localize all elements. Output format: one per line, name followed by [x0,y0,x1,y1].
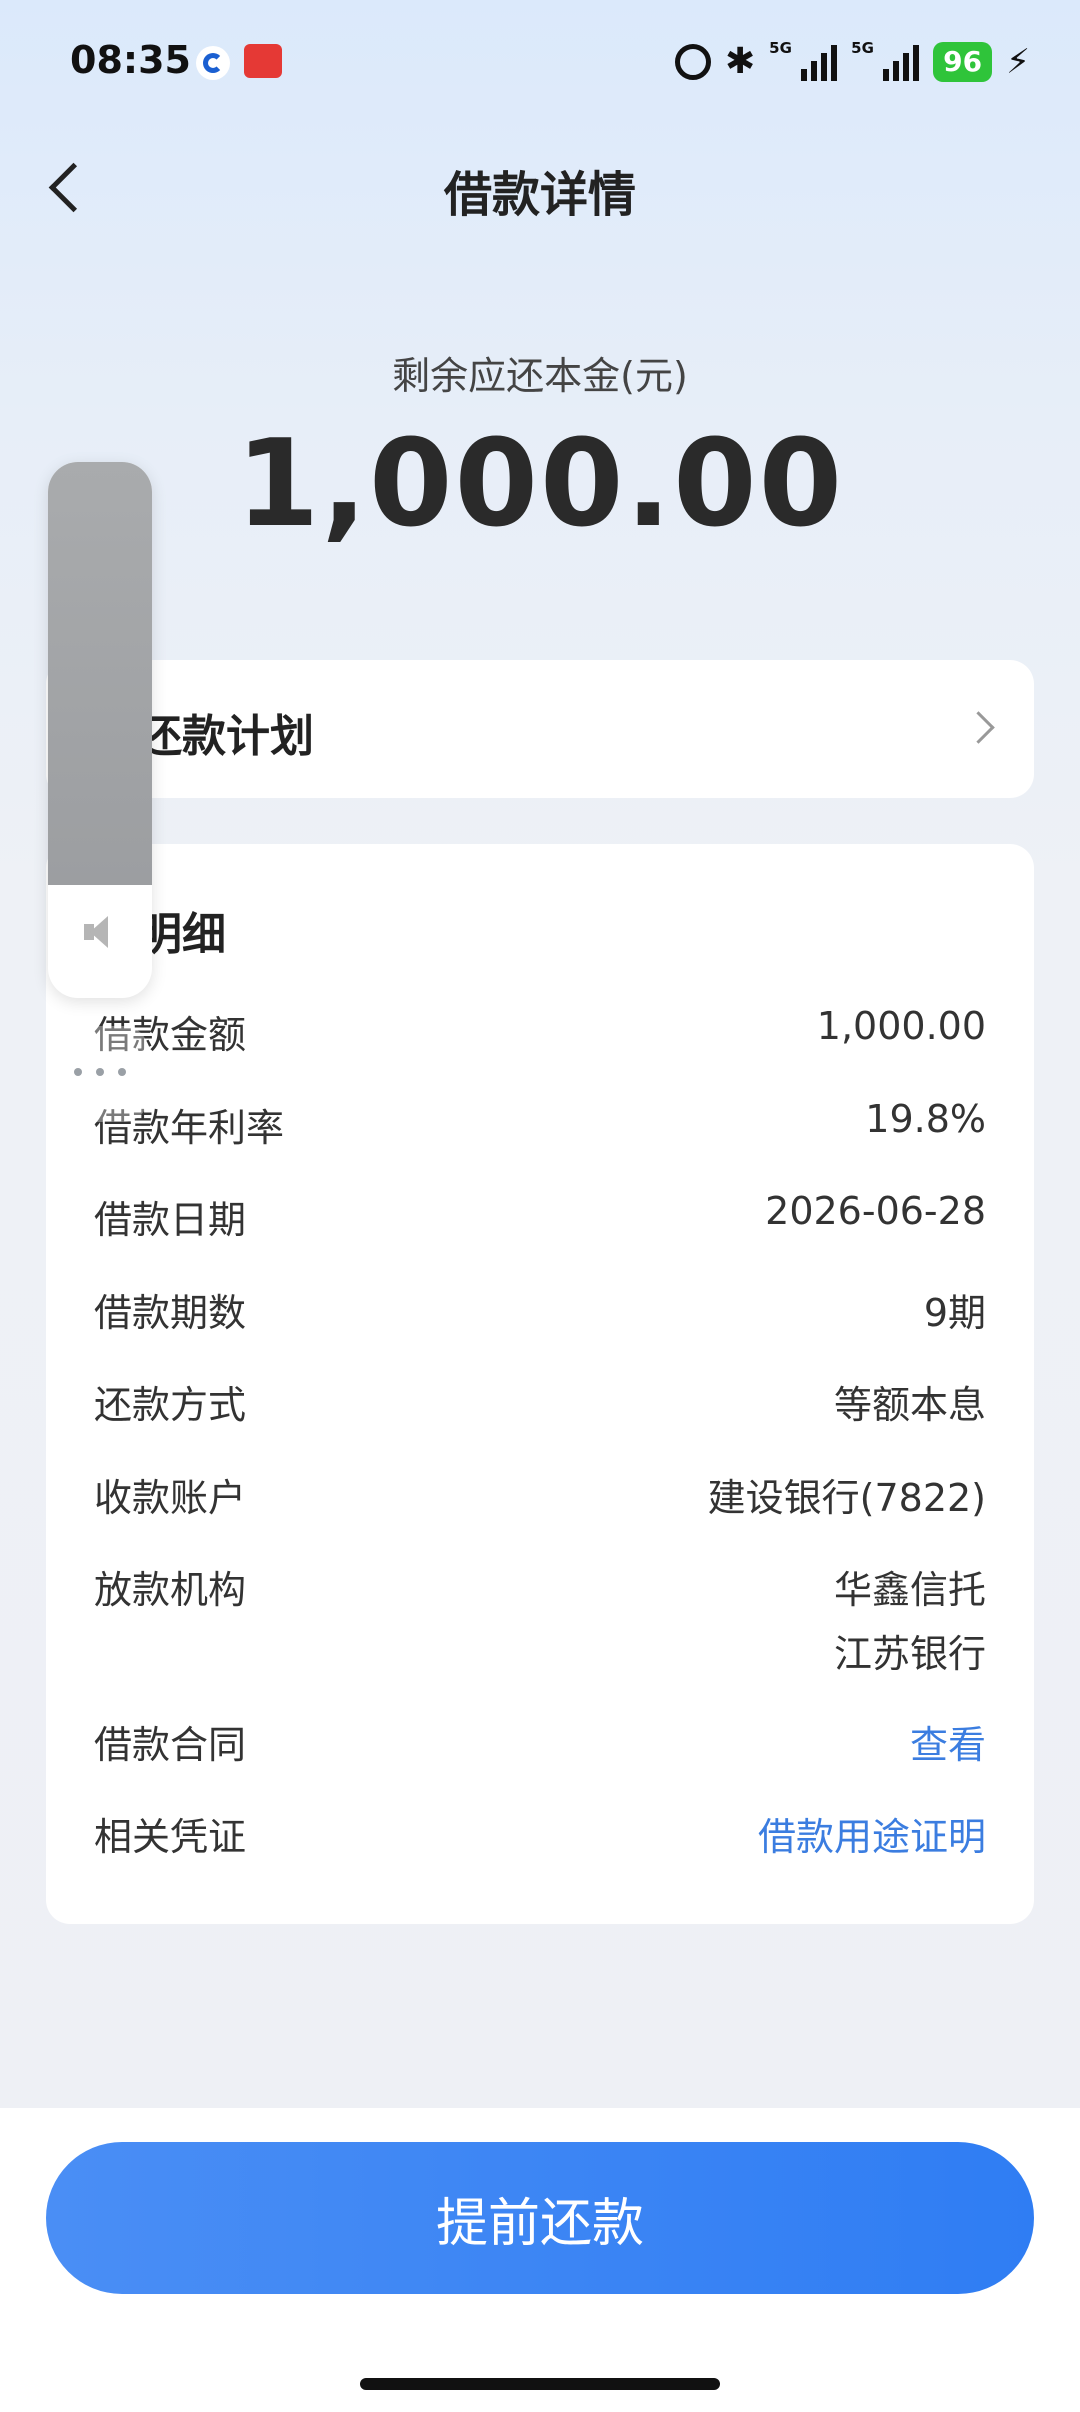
detail-label: 放款机构 [94,1568,247,1612]
detail-value: 1,000.00 [816,1004,986,1048]
status-indicators: ✱ 5G 5G 96 ⚡ [674,38,1030,86]
volume-level-fill [48,462,152,885]
detail-label: 还款方式 [94,1383,247,1427]
detail-value: 建设银行(7822) [707,1476,986,1520]
notification-app-icon [196,46,230,80]
signal-icon: 5G [769,39,838,81]
principal-amount: 1,000.00 [235,415,845,554]
page-title: 借款详情 [443,167,636,223]
speaker-icon [82,914,118,950]
loan-details-card: 款明细 借款金额 1,000.00 借款年利率 19.8% 借款日期 2026-… [46,844,1034,1924]
volume-slider[interactable] [48,462,152,998]
notification-app-icon-red [244,44,282,78]
detail-row-date: 借款日期 2026-06-28 [94,1189,986,1249]
detail-label: 借款日期 [94,1198,247,1242]
early-repayment-button[interactable]: 提前还款 [46,2142,1034,2294]
detail-row-rate: 借款年利率 19.8% [94,1097,986,1157]
charging-icon: ⚡ [1006,42,1030,82]
detail-label: 收款账户 [94,1476,247,1520]
loan-purpose-proof-link[interactable]: 借款用途证明 [758,1806,986,1861]
detail-row-periods: 借款期数 9期 [94,1282,986,1342]
detail-value: 等额本息 [833,1383,986,1427]
detail-value: 华鑫信托 [833,1568,986,1612]
detail-row-amount: 借款金额 1,000.00 [94,1004,986,1064]
alarm-icon [674,44,711,80]
repayment-plan-card[interactable]: 看还款计划 [46,660,1034,798]
status-time: 08:35 [70,38,191,82]
detail-label: 相关凭证 [94,1815,247,1859]
detail-label: 借款期数 [94,1291,247,1335]
more-options-icon[interactable] [52,1026,148,1122]
detail-label: 借款合同 [94,1723,247,1767]
bluetooth-icon: ✱ [724,41,756,82]
detail-value: 2026-06-28 [765,1189,986,1233]
detail-value: 19.8% [865,1097,986,1141]
detail-row-method: 还款方式 等额本息 [94,1374,986,1434]
view-contract-link[interactable]: 查看 [910,1714,986,1769]
detail-value: 9期 [923,1291,986,1335]
home-indicator[interactable] [360,2378,720,2390]
detail-row-lender: 放款机构 华鑫信托 江苏银行 [94,1559,986,1689]
detail-value-secondary: 江苏银行 [833,1632,986,1676]
bottom-action-bar: 提前还款 [0,2108,1080,2412]
detail-row-voucher: 相关凭证 借款用途证明 [94,1806,986,1866]
signal-icon-2: 5G [851,39,920,81]
status-bar: 08:35 ✱ 5G 5G 96 ⚡ [0,0,1080,120]
detail-row-contract: 借款合同 查看 [94,1714,986,1774]
chevron-right-icon [962,711,995,744]
principal-label: 剩余应还本金(元) [392,354,688,398]
battery-indicator: 96 [933,42,993,82]
detail-row-account: 收款账户 建设银行(7822) [94,1467,986,1527]
